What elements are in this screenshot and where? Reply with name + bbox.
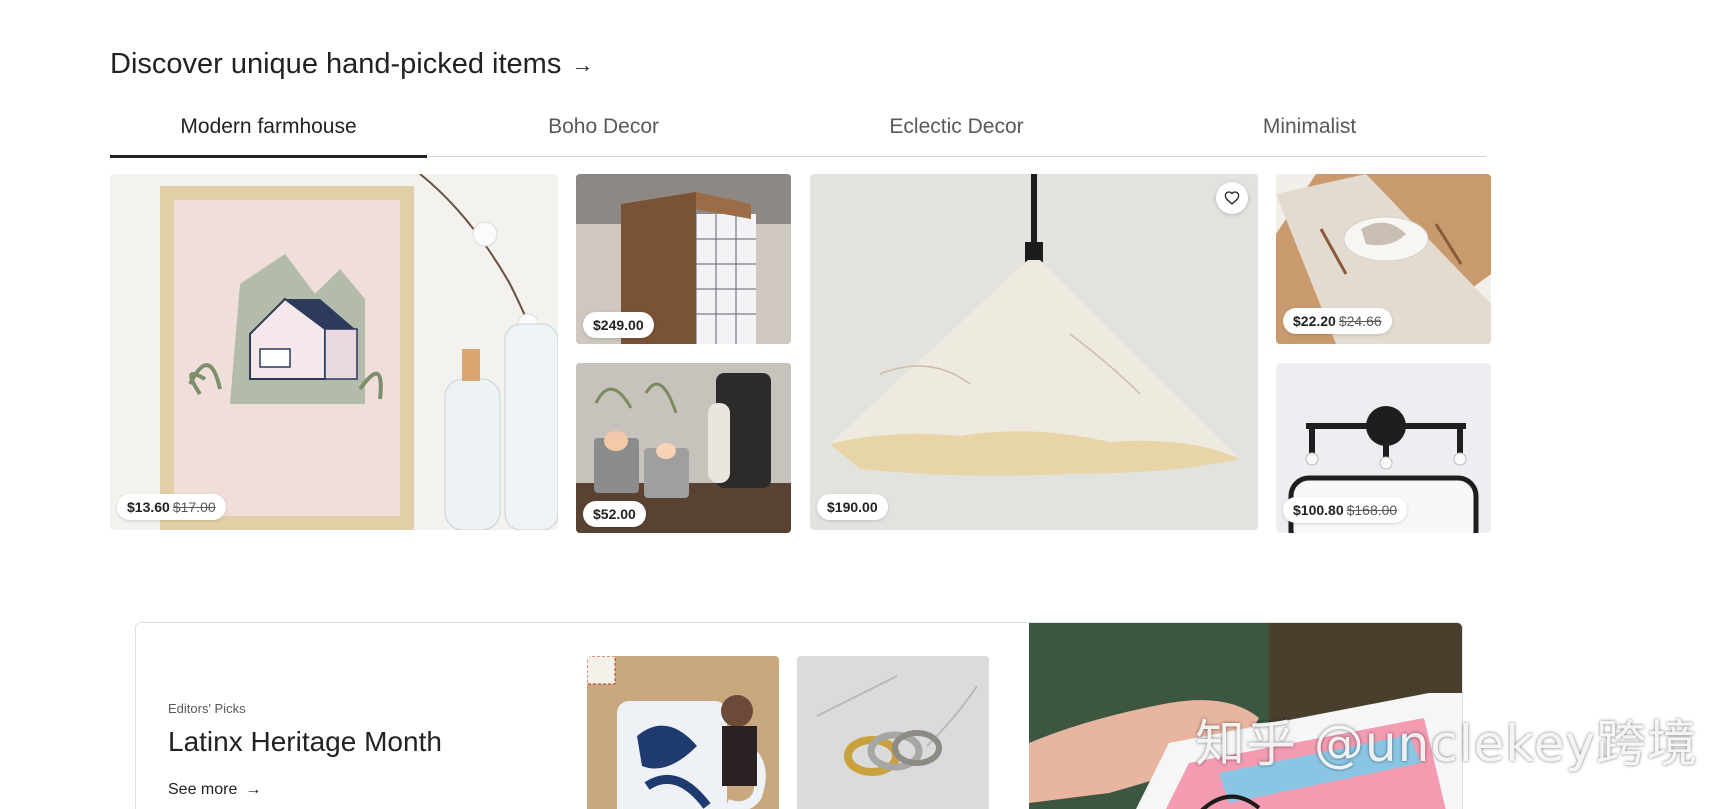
arrow-right-icon: → [245, 781, 262, 798]
editors-picks-title: Latinx Heritage Month [168, 726, 442, 757]
price-tag: $13.60 $17.00 [117, 494, 226, 520]
product-card-table-runner[interactable]: $22.20 $24.66 [1276, 174, 1491, 344]
price: $13.60 [127, 499, 170, 515]
original-price: $17.00 [172, 499, 216, 515]
section-title-link[interactable]: Discover unique hand-picked items → [110, 48, 593, 81]
original-price: $24.66 [1338, 313, 1382, 329]
price: $100.80 [1293, 502, 1344, 518]
product-card-side-table[interactable]: $249.00 [576, 174, 791, 344]
category-tabs: Modern farmhouse Boho Decor Eclectic Dec… [110, 105, 1486, 158]
favorite-button[interactable] [1216, 182, 1248, 214]
tab-minimalist[interactable]: Minimalist [1133, 105, 1486, 156]
editors-pick-rings[interactable] [797, 656, 989, 809]
see-more-link[interactable]: See more → [168, 781, 261, 799]
watermark-text: 知乎 @unclekey跨境 [1195, 715, 1698, 773]
product-card-pendant-lamp[interactable]: $190.00 [810, 174, 1258, 530]
product-image-rings [797, 656, 989, 809]
arrow-right-icon: → [571, 51, 594, 77]
product-card-candles[interactable]: $52.00 [576, 363, 791, 533]
price-tag: $100.80 $168.00 [1283, 497, 1408, 523]
editors-picks-eyebrow: Editors' Picks [168, 701, 246, 716]
price: $22.20 [1293, 313, 1336, 329]
original-price: $168.00 [1346, 502, 1398, 518]
see-more-label: See more [168, 781, 238, 798]
heart-icon [1224, 191, 1240, 205]
editors-pick-mug[interactable] [587, 656, 779, 809]
product-card-wall-sconce[interactable]: $100.80 $168.00 [1276, 363, 1491, 533]
price-tag: $22.20 $24.66 [1283, 308, 1392, 334]
product-image-house-print [110, 174, 558, 530]
product-card-house-print[interactable]: $13.60 $17.00 [110, 174, 558, 530]
price: $52.00 [593, 506, 636, 522]
price: $190.00 [827, 499, 878, 515]
price-tag: $190.00 [817, 494, 888, 520]
tab-boho-decor[interactable]: Boho Decor [427, 105, 780, 156]
price-tag: $52.00 [583, 501, 646, 527]
product-image-mug [587, 656, 779, 809]
section-title: Discover unique hand-picked items [110, 48, 562, 80]
price: $249.00 [593, 317, 644, 333]
price-tag: $249.00 [583, 312, 654, 338]
product-image-pendant-lamp [810, 174, 1258, 530]
tab-modern-farmhouse[interactable]: Modern farmhouse [110, 105, 428, 158]
tab-eclectic-decor[interactable]: Eclectic Decor [780, 105, 1133, 156]
